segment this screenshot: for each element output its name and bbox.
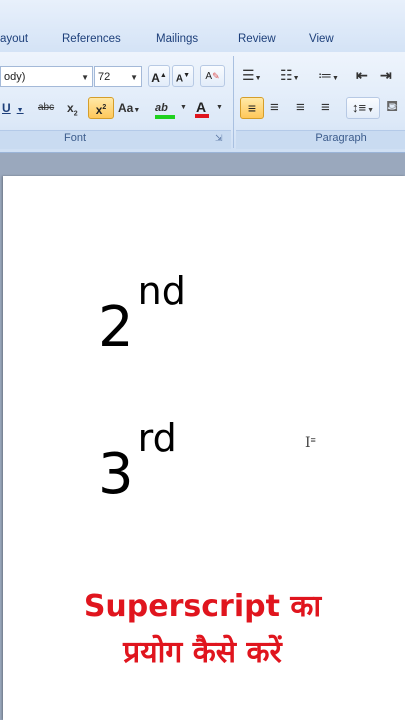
ordinal-superscript: nd (137, 269, 186, 313)
align-left-icon: ≡ (247, 100, 257, 116)
subscript-button[interactable]: x2 (67, 97, 78, 125)
strikethrough-button[interactable]: abc (38, 97, 54, 119)
grow-font-icon: A (151, 71, 160, 85)
document-line-3rd[interactable]: 3rd (98, 419, 177, 503)
tab-references[interactable]: References (62, 33, 121, 45)
clear-formatting-button[interactable]: A✎ (200, 65, 225, 87)
numbered-list-icon: ☷ (280, 67, 293, 83)
superscript-button[interactable]: x2 (88, 97, 114, 119)
change-case-button[interactable]: Aa▼ (118, 97, 140, 122)
increase-indent-icon: ⇥ (380, 67, 392, 83)
font-size-combo[interactable]: 72 ▼ (94, 66, 142, 87)
font-color-button[interactable]: A (195, 96, 209, 118)
ordinal-number: 2 (98, 295, 134, 360)
chevron-down-icon: ▼ (130, 73, 138, 82)
group-divider (233, 56, 234, 148)
font-color-bar (195, 114, 209, 118)
tab-page-layout[interactable]: ayout (0, 33, 28, 45)
chevron-down-icon: ▼ (81, 73, 89, 82)
paragraph-group-label: Paragraph (315, 132, 367, 144)
highlight-color-bar (155, 115, 175, 119)
multilevel-list-button[interactable]: ≔▼ (318, 64, 339, 90)
text-cursor-icon: I≡ (305, 435, 316, 451)
line-spacing-icon: ↕≡ (351, 100, 367, 115)
chevron-down-icon[interactable]: ▼ (216, 97, 223, 119)
subscript-icon: x (67, 101, 74, 115)
shrink-font-button[interactable]: A▼ (172, 65, 194, 87)
numbering-button[interactable]: ☷▼ (280, 64, 300, 90)
caption-line-2: प्रयोग कैसे करें (123, 635, 282, 670)
chevron-down-icon[interactable]: ▼ (180, 97, 187, 119)
ribbon-tab-bar: ayout References Mailings Review View (0, 0, 405, 52)
superscript-mark: 2 (102, 104, 107, 111)
multilevel-list-icon: ≔ (318, 67, 332, 83)
ribbon: ody) ▼ 72 ▼ A▲ A▼ A✎ U ▼ abc x2 x2 Aa▼ ab… (0, 52, 405, 153)
change-case-icon: Aa (118, 101, 134, 115)
increase-indent-button[interactable]: ⇥ (380, 64, 392, 86)
underline-icon: U (2, 101, 11, 115)
caption-line-1: Superscript का (83, 589, 322, 624)
align-right-icon: ≡ (296, 99, 305, 116)
shading-button[interactable]: ⛾ (386, 96, 398, 118)
subscript-mark: 2 (73, 110, 78, 118)
font-color-icon: A (196, 99, 207, 115)
underline-button[interactable]: U ▼ (2, 97, 24, 122)
highlighter-icon: ab (155, 102, 168, 114)
justify-button[interactable]: ≡ (321, 97, 330, 119)
font-size-value: 72 (98, 71, 111, 83)
paint-bucket-icon: ⛾ (386, 98, 399, 115)
dialog-launcher-icon[interactable]: ⇲ (215, 131, 223, 145)
font-name-value: ody) (4, 71, 26, 83)
bullet-list-icon: ☰ (242, 67, 255, 83)
highlight-button[interactable]: ab (155, 97, 175, 119)
ordinal-number: 3 (98, 442, 134, 507)
align-center-icon: ≡ (270, 99, 279, 116)
decrease-indent-button[interactable]: ⇤ (356, 64, 368, 86)
line-spacing-button[interactable]: ↕≡▼ (346, 97, 380, 119)
font-name-combo[interactable]: ody) ▼ (0, 66, 93, 87)
tab-mailings[interactable]: Mailings (156, 33, 198, 45)
align-left-button[interactable]: ≡ (240, 97, 264, 119)
ordinal-superscript: rd (137, 416, 177, 460)
font-group-label: Font (63, 132, 86, 144)
grow-font-button[interactable]: A▲ (148, 65, 170, 87)
decrease-indent-icon: ⇤ (356, 67, 368, 83)
tab-view[interactable]: View (309, 33, 334, 45)
justify-icon: ≡ (321, 99, 330, 116)
bullets-button[interactable]: ☰▼ (242, 64, 262, 90)
align-center-button[interactable]: ≡ (270, 97, 279, 119)
tab-review[interactable]: Review (238, 33, 276, 45)
strikethrough-icon: abc (38, 102, 55, 113)
align-right-button[interactable]: ≡ (296, 97, 305, 119)
document-line-2nd[interactable]: 2nd (98, 272, 186, 356)
